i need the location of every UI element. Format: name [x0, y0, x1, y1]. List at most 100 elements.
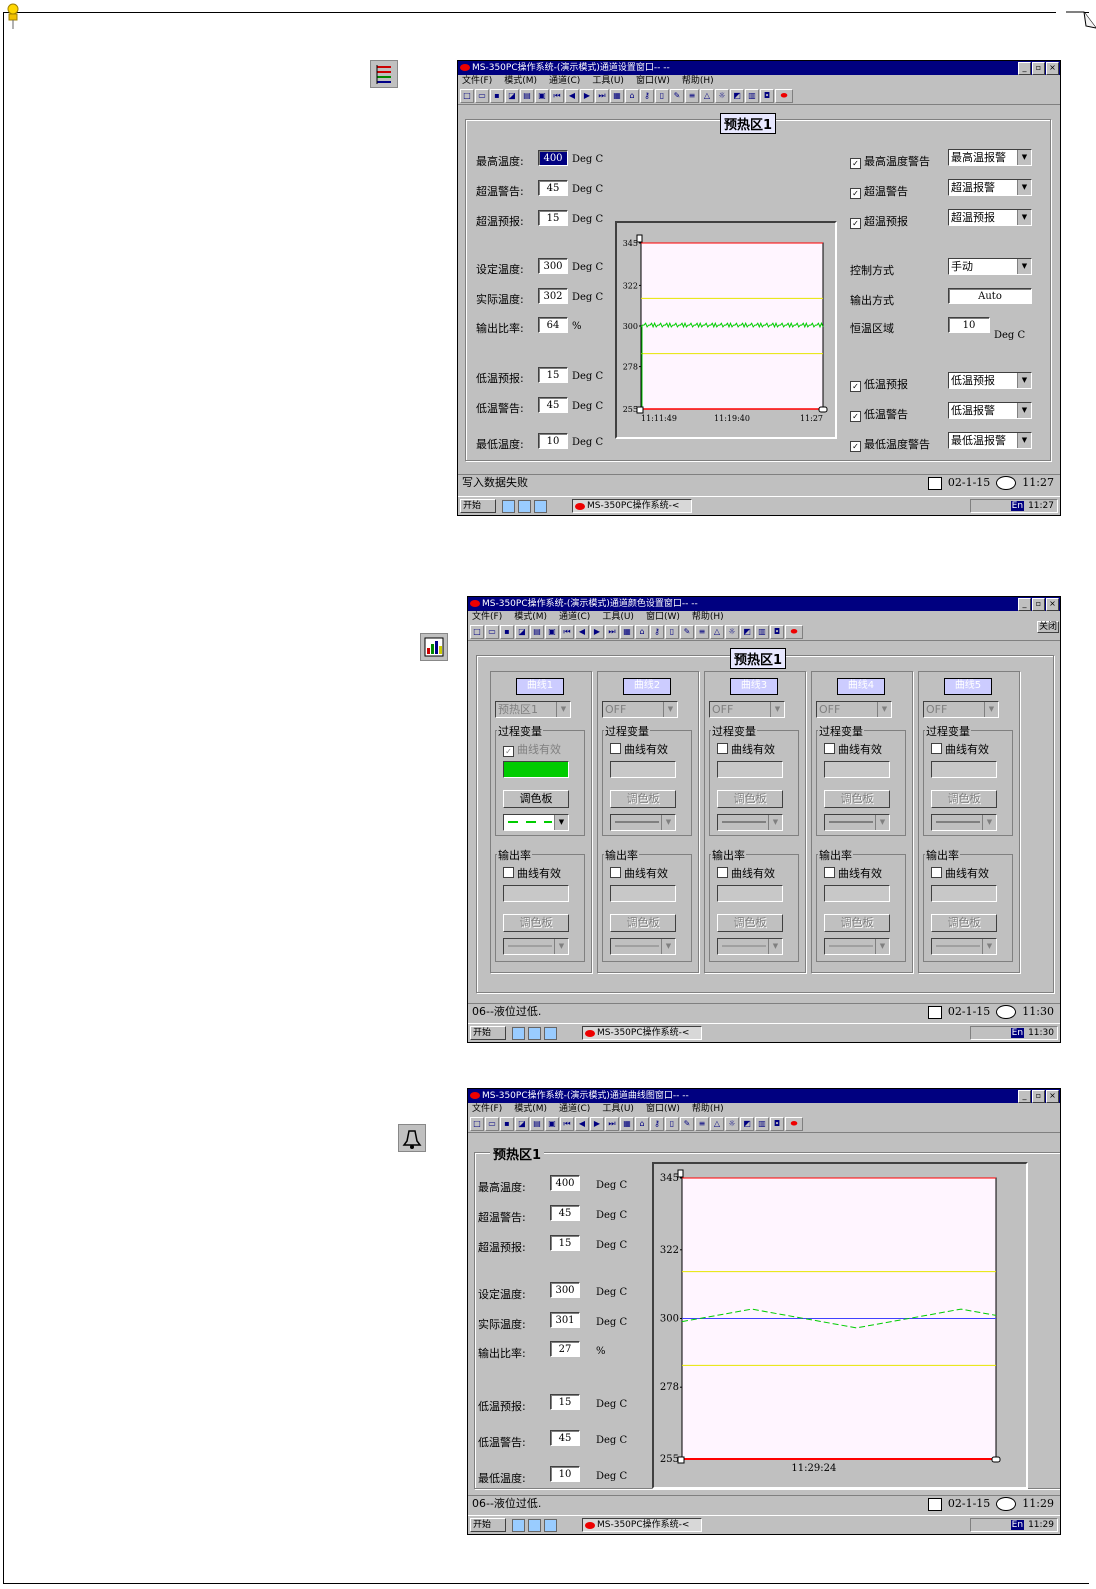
chevron-down-icon[interactable]: ▼: [661, 815, 675, 830]
over-alarm-field[interactable]: 45: [550, 1205, 580, 1221]
chevron-down-icon[interactable]: ▼: [982, 939, 996, 954]
low-alarm-checkbox[interactable]: ✓ 低温警告: [850, 406, 908, 422]
over-alarm-field[interactable]: 45: [538, 180, 568, 196]
menu-tools[interactable]: 工具(U): [602, 1103, 634, 1116]
channel-combo[interactable]: 预热区1 ▼: [495, 701, 571, 718]
print-icon[interactable]: ▤: [520, 89, 534, 103]
max-alarm-checkbox[interactable]: ✓ 最高温度警告: [850, 153, 930, 169]
lang-indicator[interactable]: En: [1010, 1520, 1025, 1530]
menu-channel[interactable]: 通道(C): [559, 611, 590, 624]
lang-indicator[interactable]: En: [1010, 501, 1025, 511]
first-icon[interactable]: ⏮: [560, 1117, 574, 1131]
trend-icon[interactable]: ◩: [730, 89, 744, 103]
light-icon[interactable]: ☼: [725, 625, 739, 639]
exit-icon[interactable]: ⬬: [785, 625, 803, 639]
channel-combo[interactable]: OFF ▼: [816, 701, 892, 718]
chevron-down-icon[interactable]: ▼: [875, 939, 889, 954]
pv-curve-valid-checkbox[interactable]: 曲线有效: [931, 741, 989, 757]
table-icon[interactable]: ▥: [755, 625, 769, 639]
close-window-button[interactable]: 关闭: [1037, 621, 1059, 633]
ie-icon[interactable]: [512, 1027, 525, 1040]
edit-icon[interactable]: ✎: [670, 89, 684, 103]
or-linestyle-combo[interactable]: ▼: [717, 938, 783, 955]
or-curve-valid-checkbox[interactable]: 曲线有效: [610, 865, 668, 881]
minimize-button[interactable]: _: [1018, 62, 1031, 75]
pv-palette-button[interactable]: 调色板: [503, 790, 569, 808]
menu-help[interactable]: 帮助(H): [692, 611, 724, 624]
prev-icon[interactable]: ◀: [575, 625, 589, 639]
new-icon[interactable]: □: [460, 89, 474, 103]
restore-button[interactable]: ▫: [1032, 62, 1045, 75]
menu-window[interactable]: 窗口(W): [646, 611, 680, 624]
or-curve-valid-checkbox[interactable]: 曲线有效: [717, 865, 775, 881]
channel-settings-icon[interactable]: [370, 60, 398, 88]
bell-icon[interactable]: △: [710, 1117, 724, 1131]
next-icon[interactable]: ▶: [580, 89, 594, 103]
plug-icon[interactable]: ◘: [770, 625, 784, 639]
desktop-icon[interactable]: [534, 500, 547, 513]
outlook-icon[interactable]: [528, 1519, 541, 1532]
bell-icon[interactable]: △: [710, 625, 724, 639]
pv-palette-button[interactable]: 调色板: [931, 790, 997, 808]
outlook-icon[interactable]: [528, 1027, 541, 1040]
or-linestyle-combo[interactable]: ▼: [931, 938, 997, 955]
chevron-down-icon[interactable]: ▼: [554, 939, 568, 954]
last-icon[interactable]: ⏭: [605, 1117, 619, 1131]
desktop-icon[interactable]: [544, 1027, 557, 1040]
or-palette-button[interactable]: 调色板: [610, 914, 676, 932]
over-pre-field[interactable]: 15: [538, 210, 568, 226]
color-settings-icon[interactable]: [420, 633, 448, 661]
chart-icon[interactable]: ◪: [515, 625, 529, 639]
prev-icon[interactable]: ◀: [575, 1117, 589, 1131]
chevron-down-icon[interactable]: ▼: [770, 702, 784, 717]
pv-linestyle-combo[interactable]: ▼: [503, 814, 569, 831]
const-zone-field[interactable]: 10: [948, 317, 990, 333]
menu-window[interactable]: 窗口(W): [646, 1103, 680, 1116]
output-ratio-field[interactable]: 64: [538, 317, 568, 333]
start-button[interactable]: 开始: [470, 1026, 506, 1040]
lock-icon[interactable]: ⌂: [635, 625, 649, 639]
minimize-button[interactable]: _: [1018, 1090, 1031, 1103]
menu-channel[interactable]: 通道(C): [559, 1103, 590, 1116]
actual-temp-field[interactable]: 301: [550, 1312, 580, 1328]
window-icon[interactable]: ▣: [545, 1117, 559, 1131]
or-palette-button[interactable]: 调色板: [503, 914, 569, 932]
menu-window[interactable]: 窗口(W): [636, 75, 670, 88]
minimize-button[interactable]: _: [1018, 598, 1031, 611]
trend-icon[interactable]: ◩: [740, 625, 754, 639]
min-alarm-checkbox[interactable]: ✓ 最低温度警告: [850, 436, 930, 452]
plug-icon[interactable]: ◘: [770, 1117, 784, 1131]
pv-curve-valid-checkbox[interactable]: 曲线有效: [610, 741, 668, 757]
device-icon[interactable]: ▯: [665, 1117, 679, 1131]
exit-icon[interactable]: ⬬: [775, 89, 793, 103]
chart-icon[interactable]: ◪: [505, 89, 519, 103]
or-curve-valid-checkbox[interactable]: 曲线有效: [503, 865, 561, 881]
restore-button[interactable]: ▫: [1032, 598, 1045, 611]
open-icon[interactable]: ▭: [485, 1117, 499, 1131]
chevron-down-icon[interactable]: ▼: [982, 815, 996, 830]
outlook-icon[interactable]: [518, 500, 531, 513]
next-icon[interactable]: ▶: [590, 625, 604, 639]
bell-curve-icon[interactable]: [398, 1124, 426, 1152]
menu-tools[interactable]: 工具(U): [602, 611, 634, 624]
start-button[interactable]: 开始: [470, 1518, 506, 1532]
chevron-down-icon[interactable]: ▼: [768, 939, 782, 954]
low-alarm-field[interactable]: 45: [538, 397, 568, 413]
menu-mode[interactable]: 模式(M): [504, 75, 537, 88]
menu-file[interactable]: 文件(F): [472, 611, 502, 624]
pv-palette-button[interactable]: 调色板: [610, 790, 676, 808]
output-mode-field[interactable]: Auto: [948, 288, 1032, 304]
or-palette-button[interactable]: 调色板: [717, 914, 783, 932]
last-icon[interactable]: ⏭: [595, 89, 609, 103]
chevron-down-icon[interactable]: ▼: [1017, 433, 1031, 448]
edit-icon[interactable]: ✎: [680, 1117, 694, 1131]
or-linestyle-combo[interactable]: ▼: [503, 938, 569, 955]
actual-temp-field[interactable]: 302: [538, 288, 568, 304]
desktop-icon[interactable]: [544, 1519, 557, 1532]
chevron-down-icon[interactable]: ▼: [768, 815, 782, 830]
lock-icon[interactable]: ⌂: [635, 1117, 649, 1131]
menu-file[interactable]: 文件(F): [472, 1103, 502, 1116]
low-pre-field[interactable]: 15: [538, 367, 568, 383]
taskbar-app-button[interactable]: MS-350PC操作系统-<: [572, 499, 692, 513]
bell-icon[interactable]: △: [700, 89, 714, 103]
